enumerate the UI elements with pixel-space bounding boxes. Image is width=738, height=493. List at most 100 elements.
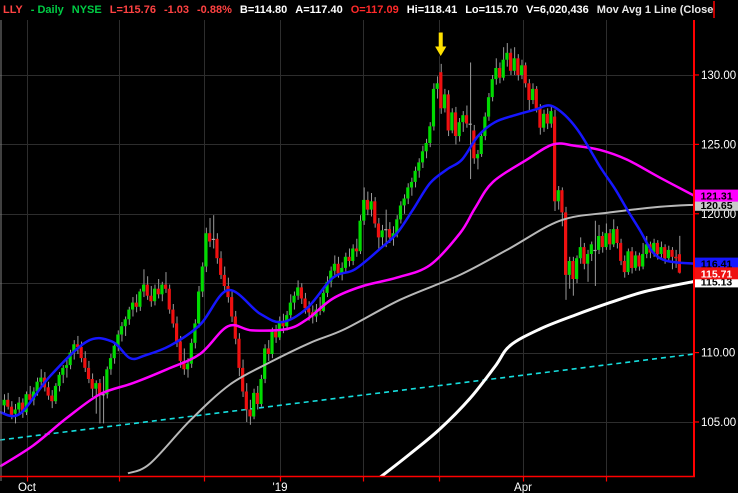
candle-body <box>163 284 168 289</box>
candle-body <box>424 143 428 152</box>
candle-body <box>442 94 447 109</box>
candle-body <box>373 201 377 224</box>
chart-canvas[interactable]: 130.00125.00120.00110.00105.00Oct '19 Apr1… <box>0 0 738 493</box>
chart-window: 130.00 125.00 120.00 110.00 105.00 Oct '19 Apr 1… <box>0 0 738 493</box>
candle-body <box>674 256 678 259</box>
candle-body <box>193 323 197 343</box>
candle-body <box>586 254 590 264</box>
quote-field-high: Hi=118.41 <box>406 3 458 16</box>
candle-body <box>200 266 204 292</box>
candle-body <box>600 236 604 248</box>
candle-body <box>94 383 98 389</box>
candle-body <box>343 256 348 268</box>
candle-body <box>57 374 61 386</box>
candle-body <box>589 244 593 254</box>
candle-body <box>39 377 43 382</box>
candle-body <box>490 79 494 98</box>
candle-body <box>123 319 127 327</box>
candle-body <box>384 229 388 231</box>
candle-body <box>288 302 292 316</box>
candle-body <box>560 190 564 213</box>
candle-body <box>483 116 487 136</box>
candle-body <box>541 113 546 128</box>
x-axis-label: Apr <box>514 482 532 493</box>
candle-body <box>46 387 50 396</box>
candle-body <box>211 238 215 240</box>
quote-field-last: L=115.76 <box>109 3 156 16</box>
candle-body <box>556 190 560 202</box>
candle-body <box>486 97 491 117</box>
candle-body <box>494 68 498 80</box>
candle-body <box>446 94 450 131</box>
candle-body <box>457 122 461 137</box>
candle-body <box>255 392 259 404</box>
candle-body <box>564 212 568 275</box>
candle-body <box>259 379 263 404</box>
quote-field-ask: A=117.40 <box>295 3 343 16</box>
quote-field-symbol: LLY <box>3 3 23 16</box>
candle-body <box>362 199 366 221</box>
candle-body <box>204 233 208 267</box>
quote-header: LLY - Daily NYSE L=115.76 -1.03 -0.88% B=114.8… <box>0 0 713 19</box>
candle-body <box>402 198 406 206</box>
candle-body <box>167 288 171 310</box>
candle-body <box>160 284 164 295</box>
candle-body <box>237 338 241 368</box>
candle-body <box>670 249 674 257</box>
candle-body <box>178 341 182 361</box>
quote-field-indicator: Mov Avg 1 Line (Close,200 <box>596 3 713 16</box>
candle-body <box>659 247 663 254</box>
candle-body <box>604 233 608 248</box>
candle-body <box>303 298 307 309</box>
quote-field-open: O=117.09 <box>350 3 399 16</box>
x-axis-label: Oct <box>18 482 37 493</box>
quote-field-volume: V=6,020,436 <box>526 3 589 16</box>
quote-field-exchange: NYSE <box>71 3 102 16</box>
candle-body <box>380 230 384 238</box>
candle-body <box>519 65 524 75</box>
candle-body <box>90 379 94 389</box>
candle-body <box>156 288 160 295</box>
candle-body <box>79 347 83 359</box>
candle-body <box>219 258 223 275</box>
candle-body <box>149 295 153 302</box>
candle-body <box>358 220 362 252</box>
candle-body <box>6 399 10 407</box>
candle-body <box>28 394 32 400</box>
candle-body <box>523 65 527 84</box>
candle-body <box>215 238 219 259</box>
candle-body <box>197 291 201 324</box>
y-axis-label: 130.00 <box>701 70 736 82</box>
candle-body <box>534 88 538 109</box>
candle-body <box>9 406 14 415</box>
candle-body <box>108 358 113 370</box>
candle-body <box>655 242 659 254</box>
candle-body <box>508 52 513 71</box>
candle-body <box>266 348 270 354</box>
candle-body <box>244 391 248 410</box>
candle-body <box>186 363 190 370</box>
quote-field-low: Lo=115.70 <box>465 3 519 16</box>
candle-body <box>387 229 392 238</box>
candle-body <box>2 399 6 406</box>
candle-body <box>575 258 579 279</box>
candle-body <box>428 126 432 143</box>
candle-body <box>86 367 91 379</box>
candle-body <box>409 181 414 188</box>
candle-body <box>296 287 300 296</box>
candle-body <box>354 248 359 252</box>
candle-body <box>130 302 135 310</box>
candle-body <box>420 151 425 163</box>
candle-body <box>134 302 138 307</box>
candle-body <box>501 59 505 78</box>
candle-body <box>83 358 87 368</box>
candle-body <box>119 326 124 335</box>
candle-body <box>597 236 601 250</box>
candle-body <box>641 254 645 267</box>
price-badge-last-price: 115.71 <box>695 267 738 280</box>
candle-body <box>292 295 296 303</box>
quote-field-change: -1.03 <box>163 3 190 16</box>
candle-body <box>299 287 303 299</box>
candle-body <box>571 261 575 279</box>
candle-body <box>152 288 157 302</box>
